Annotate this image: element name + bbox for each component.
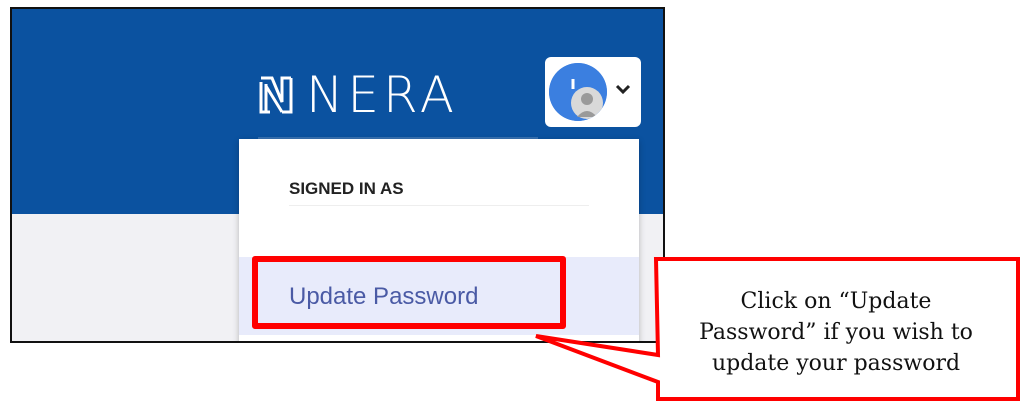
callout-line-3: update your password	[711, 350, 961, 376]
callout-line-2: Password” if you wish to	[699, 319, 973, 345]
callout-text: Click on “Update Password” if you wish t…	[658, 264, 1014, 400]
callout-line-1: Click on “Update	[740, 288, 932, 314]
